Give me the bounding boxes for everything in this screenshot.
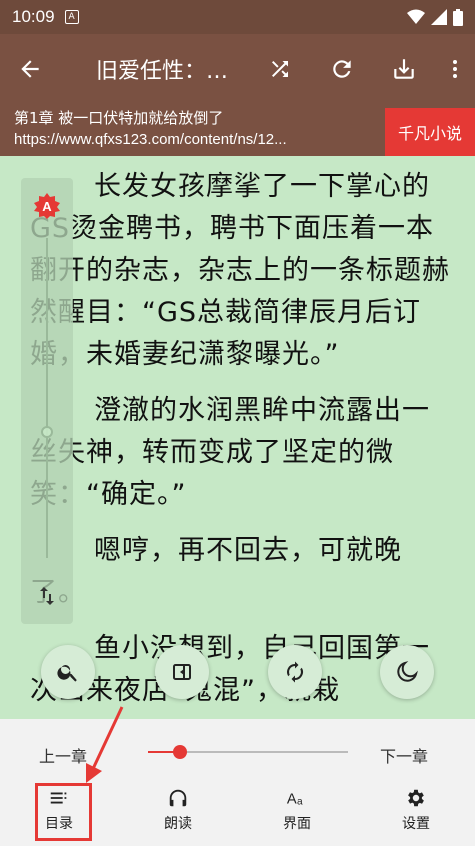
chapter-info: 第1章 被一口伏特加就给放倒了 https://www.qfxs123.com/…: [0, 104, 475, 156]
annotation-arrow: [86, 706, 124, 783]
signal-icon: [431, 9, 447, 25]
battery-icon: [453, 8, 463, 26]
brightness-panel: A: [21, 178, 73, 624]
auto-page-icon: [173, 664, 191, 680]
status-time: 10:09: [12, 7, 55, 26]
auto-page-button[interactable]: [155, 645, 209, 699]
more-vert-icon: [453, 60, 457, 78]
next-chapter-button[interactable]: 下一章: [380, 743, 428, 767]
shuffle-icon: [272, 61, 288, 77]
reading-content[interactable]: 长发女孩摩挲了一下掌心的GS烫金聘书，聘书下面压着一本翻开的杂志，杂志上的一条标…: [30, 166, 450, 726]
settings-icon: [408, 789, 424, 807]
status-bar: 10:09 A: [0, 0, 475, 34]
app-bar: 旧爱任性：总裁,请离婚: [0, 34, 475, 104]
toc-highlight-box: [35, 783, 92, 841]
book-title: 旧爱任性：总裁,请离婚: [96, 59, 236, 84]
app-actions: [249, 34, 475, 104]
back-arrow-icon: [21, 60, 39, 78]
paragraph: 澄澈的水润黑眸中流露出一丝失神，转而变成了坚定的微笑：“确定。”: [30, 395, 430, 510]
swap-position-icon[interactable]: [35, 584, 59, 608]
svg-text:A: A: [287, 792, 297, 808]
read-aloud-button[interactable]: 朗读: [148, 787, 208, 833]
download-icon: [394, 59, 414, 79]
refresh-button[interactable]: [311, 34, 373, 104]
replace-button[interactable]: [268, 645, 322, 699]
settings-button[interactable]: 设置: [386, 787, 446, 833]
auto-brightness-label: A: [42, 199, 52, 214]
read-aloud-label: 朗读: [164, 816, 192, 832]
notification-icon: A: [64, 10, 79, 24]
paragraph: 长发女孩摩挲了一下掌心的GS烫金聘书，聘书下面压着一本翻开的杂志，杂志上的一条标…: [30, 171, 450, 370]
source-button[interactable]: 千凡小说: [385, 108, 475, 156]
status-icons: [407, 8, 463, 26]
more-button[interactable]: [435, 34, 475, 104]
search-icon: [57, 665, 77, 682]
chapter-progress-slider[interactable]: [148, 745, 348, 759]
replace-icon: [287, 661, 303, 683]
headphones-icon: [169, 789, 187, 807]
brightness-thumb[interactable]: [41, 426, 53, 438]
chapter-url[interactable]: https://www.qfxs123.com/content/ns/12...: [14, 129, 369, 150]
download-button[interactable]: [373, 34, 435, 104]
wifi-icon: [407, 9, 425, 24]
progress-thumb[interactable]: [173, 745, 187, 759]
interface-button[interactable]: Aa 界面: [267, 787, 327, 833]
auto-brightness-icon[interactable]: A: [34, 193, 60, 219]
change-source-button[interactable]: [249, 34, 311, 104]
paragraph: 嗯哼，再不回去，可就晚了。: [30, 535, 402, 608]
interface-label: 界面: [283, 816, 311, 832]
moon-icon: [397, 661, 418, 682]
night-mode-button[interactable]: [380, 645, 434, 699]
font-icon: Aa: [287, 792, 303, 808]
svg-text:a: a: [297, 796, 303, 807]
brightness-track[interactable]: [46, 238, 48, 558]
search-button[interactable]: [41, 645, 95, 699]
refresh-icon: [333, 60, 351, 78]
back-button[interactable]: [0, 34, 60, 104]
settings-label: 设置: [402, 816, 430, 832]
